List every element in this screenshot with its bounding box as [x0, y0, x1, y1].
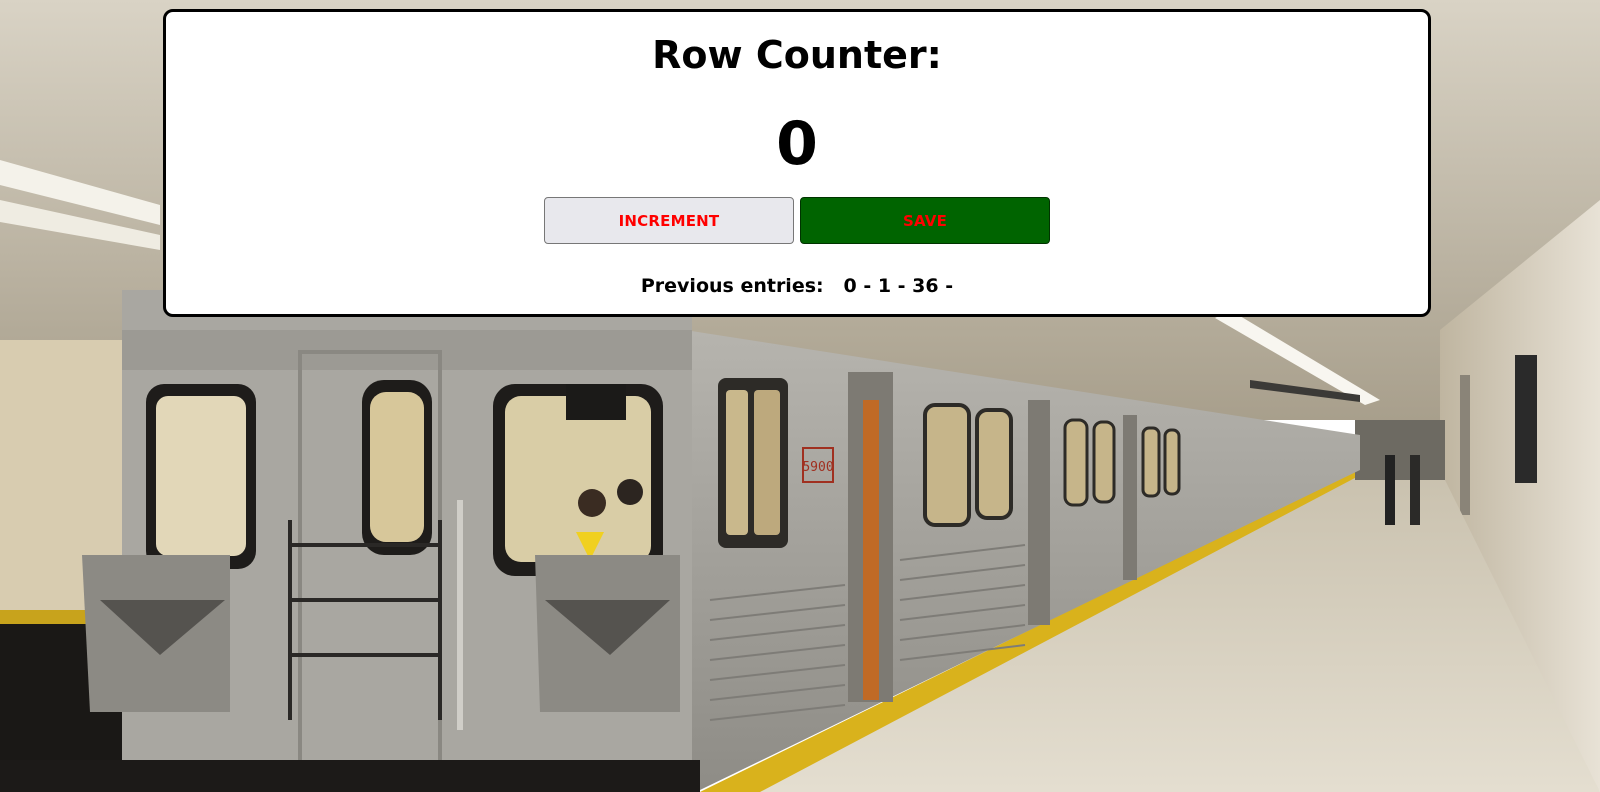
previous-entries-label: Previous entries:	[640, 275, 824, 297]
counter-value: 0	[776, 109, 818, 179]
previous-entries-values: 0 - 1 - 36 -	[843, 275, 954, 297]
counter-title: Row Counter:	[652, 33, 942, 77]
save-button[interactable]: SAVE	[800, 197, 1050, 244]
car-number-text: 5900	[802, 460, 833, 475]
previous-entries: Previous entries: 0 - 1 - 36 -	[166, 274, 1428, 298]
row-counter-card: Row Counter: 0 INCREMENT SAVE Previous e…	[163, 9, 1431, 317]
increment-button[interactable]: INCREMENT	[544, 197, 794, 244]
action-buttons: INCREMENT SAVE	[166, 197, 1428, 244]
